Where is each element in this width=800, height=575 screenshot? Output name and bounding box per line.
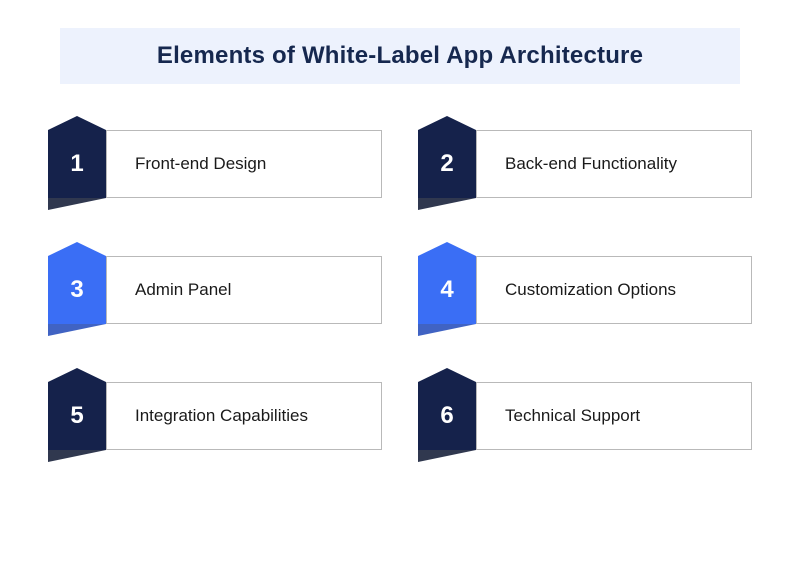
element-label: Customization Options <box>505 280 676 300</box>
number-text: 1 <box>70 150 83 178</box>
badge-shadow <box>48 324 106 336</box>
number-badge: 5 <box>48 382 106 450</box>
number-badge: 1 <box>48 130 106 198</box>
label-box: Front-end Design <box>106 130 382 198</box>
label-box: Customization Options <box>476 256 752 324</box>
number-badge: 3 <box>48 256 106 324</box>
label-box: Technical Support <box>476 382 752 450</box>
badge-shadow <box>418 324 476 336</box>
number-text: 3 <box>70 276 83 304</box>
number-text: 6 <box>440 402 453 430</box>
badge-shadow <box>48 450 106 462</box>
label-box: Integration Capabilities <box>106 382 382 450</box>
element-item-6: 6 Technical Support <box>418 382 752 462</box>
badge-shadow <box>418 450 476 462</box>
element-label: Front-end Design <box>135 154 266 174</box>
number-text: 4 <box>440 276 453 304</box>
label-box: Admin Panel <box>106 256 382 324</box>
element-item-5: 5 Integration Capabilities <box>48 382 382 462</box>
element-item-4: 4 Customization Options <box>418 256 752 336</box>
title-bar: Elements of White-Label App Architecture <box>60 28 740 84</box>
element-label: Technical Support <box>505 406 640 426</box>
number-badge: 6 <box>418 382 476 450</box>
number-text: 5 <box>70 402 83 430</box>
element-item-1: 1 Front-end Design <box>48 130 382 210</box>
page-title: Elements of White-Label App Architecture <box>60 42 740 70</box>
label-box: Back-end Functionality <box>476 130 752 198</box>
element-item-3: 3 Admin Panel <box>48 256 382 336</box>
badge-shadow <box>418 198 476 210</box>
number-badge: 2 <box>418 130 476 198</box>
number-text: 2 <box>440 150 453 178</box>
badge-shadow <box>48 198 106 210</box>
element-label: Admin Panel <box>135 280 231 300</box>
number-badge: 4 <box>418 256 476 324</box>
element-label: Integration Capabilities <box>135 406 308 426</box>
element-label: Back-end Functionality <box>505 154 677 174</box>
elements-grid: 1 Front-end Design 2 Back-end Functional… <box>0 84 800 462</box>
element-item-2: 2 Back-end Functionality <box>418 130 752 210</box>
